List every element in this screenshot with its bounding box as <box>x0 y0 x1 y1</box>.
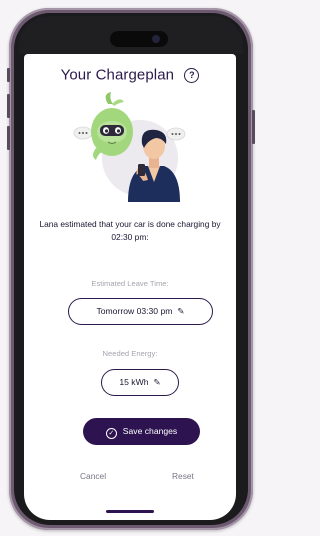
side-button-volume-up <box>7 94 10 118</box>
pencil-icon: ✎ <box>177 306 185 316</box>
cancel-link[interactable]: Cancel <box>80 471 106 481</box>
check-circle-icon: ✓ <box>105 428 117 439</box>
page-title-row: Your Chargeplan ? <box>24 66 236 84</box>
charge-estimate-message: Lana estimated that your car is done cha… <box>39 219 221 242</box>
home-indicator[interactable] <box>106 510 154 513</box>
assistant-illustration <box>73 92 186 202</box>
pencil-icon: ✎ <box>153 377 161 387</box>
side-button-power <box>252 110 255 144</box>
question-circle-icon[interactable]: ? <box>184 67 200 83</box>
side-button-mute <box>7 68 10 82</box>
speech-bubble-left-icon <box>73 126 93 140</box>
save-changes-label: Save changes <box>122 426 178 436</box>
leave-time-value: Tomorrow 03:30 pm <box>96 306 173 316</box>
page-title: Your Chargeplan <box>60 66 175 84</box>
side-button-volume-down <box>7 126 10 150</box>
needed-energy-label: Needed Energy: <box>102 349 158 358</box>
leave-time-button[interactable]: Tomorrow 03:30 pm ✎ <box>68 298 213 325</box>
speech-bubble-right-icon <box>166 127 186 141</box>
needed-energy-value: 15 kWh <box>119 377 149 387</box>
needed-energy-button[interactable]: 15 kWh ✎ <box>101 369 179 396</box>
camera-icon <box>152 35 160 43</box>
leave-time-label: Estimated Leave Time: <box>91 279 169 288</box>
chargeplan-screen: Your Chargeplan ? Lana estimated that yo… <box>24 54 236 520</box>
save-changes-button[interactable]: ✓ Save changes <box>83 418 200 445</box>
app-stage: Your Chargeplan ? Lana estimated that yo… <box>0 0 262 536</box>
reset-link[interactable]: Reset <box>172 471 194 481</box>
